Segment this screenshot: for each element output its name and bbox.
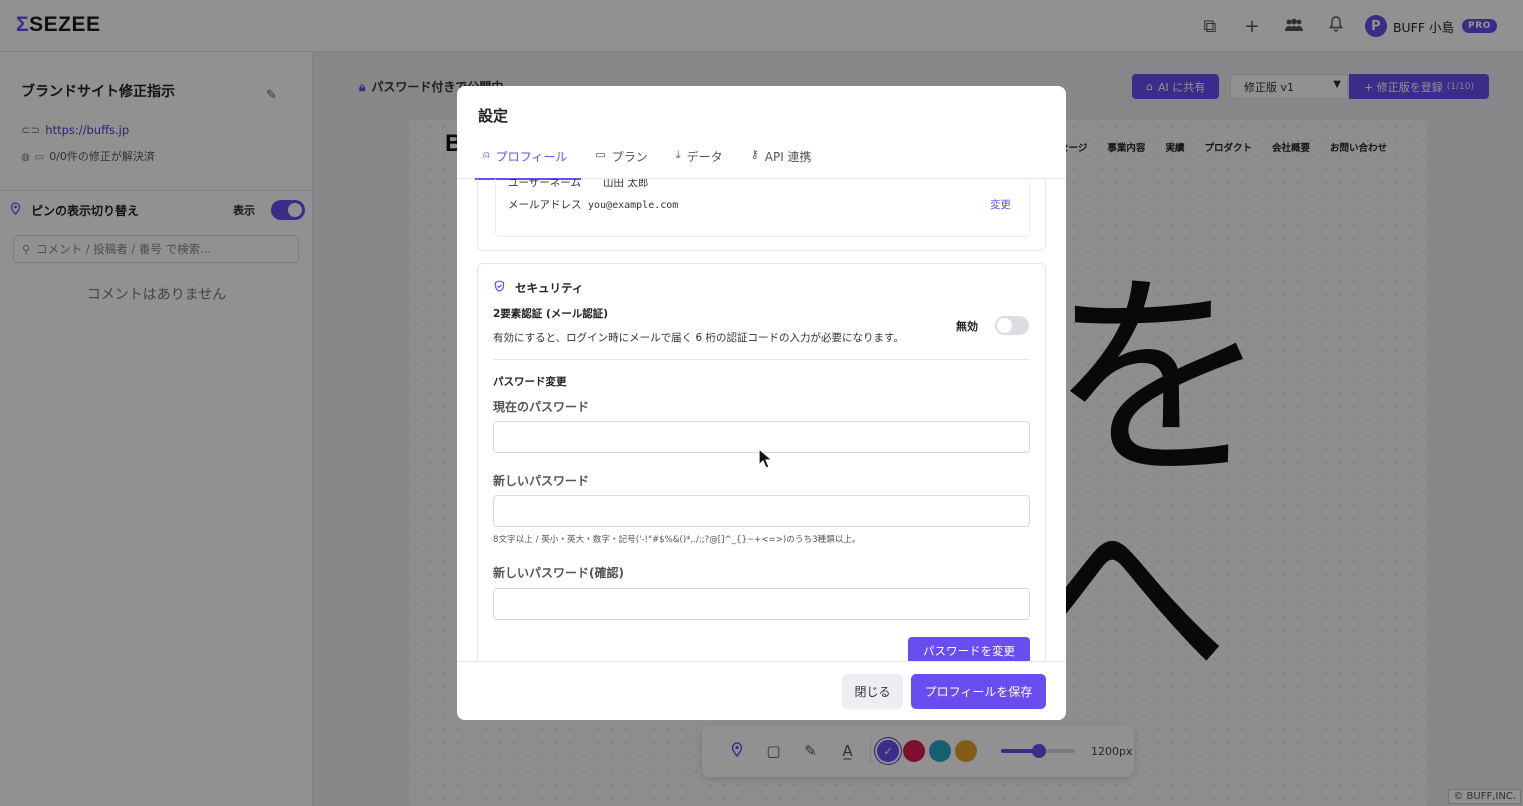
divider (493, 359, 1030, 360)
password-change-title: パスワード変更 (493, 376, 567, 388)
mouse-cursor-icon (758, 448, 774, 469)
current-password-label: 現在のパスワード (493, 400, 590, 414)
save-profile-button[interactable]: プロフィールを保存 (911, 674, 1046, 709)
download-icon: ⤓ (675, 148, 681, 161)
tab-api[interactable]: ⚷ API 連携 (751, 148, 812, 179)
email-row: メールアドレス you@example.com (508, 197, 678, 212)
new-password-input[interactable] (493, 495, 1030, 527)
username-row: ユーザーネーム 山田 太郎 (508, 179, 648, 190)
modal-title: 設定 (478, 107, 509, 125)
change-email-link[interactable]: 変更 (990, 197, 1011, 212)
email-label: メールアドレス (508, 199, 582, 211)
tab-plan[interactable]: ▭ プラン (595, 148, 647, 179)
key-icon: ⚷ (750, 148, 759, 161)
username-label: ユーザーネーム (508, 179, 581, 189)
shield-check-icon (494, 280, 509, 295)
username-value: 山田 太郎 (603, 179, 649, 189)
tab-label: API 連携 (764, 150, 812, 164)
change-password-button[interactable]: パスワードを変更 (908, 637, 1030, 661)
new-password-label: 新しいパスワード (493, 474, 590, 488)
modal-footer: 閉じる プロフィールを保存 (457, 661, 1066, 720)
account-info-box: ユーザーネーム 山田 太郎 メールアドレス you@example.com 変更 (495, 179, 1030, 237)
settings-modal: 設定 ⍝ プロフィール ▭ プラン ⤓ データ ⚷ API 連携 ユーザーネーム 山田 太… (457, 86, 1066, 720)
tfa-description: 有効にすると、ログイン時にメールで届く 6 桁の認証コードの入力が必要になります… (493, 332, 904, 344)
profile-card: ユーザーネーム 山田 太郎 メールアドレス you@example.com 変更 (477, 179, 1046, 251)
tab-label: データ (686, 150, 723, 164)
tab-label: プロフィール (495, 150, 568, 164)
security-heading: セキュリティ (494, 280, 583, 296)
confirm-password-input[interactable] (493, 588, 1030, 620)
user-icon: ⍝ (483, 148, 490, 161)
email-value: you@example.com (588, 200, 679, 211)
password-hint: 8文字以上 / 英小・英大・数字・記号('-!"#$%&()*,./:;?@[]… (493, 535, 861, 545)
confirm-password-label: 新しいパスワード(確認) (493, 566, 624, 580)
modal-scroll-area[interactable]: ユーザーネーム 山田 太郎 メールアドレス you@example.com 変更 セ… (457, 179, 1066, 661)
close-button[interactable]: 閉じる (842, 674, 903, 709)
settings-tabs: ⍝ プロフィール ▭ プラン ⤓ データ ⚷ API 連携 (457, 148, 1066, 180)
tab-data[interactable]: ⤓ データ (676, 148, 723, 179)
tfa-title: 2要素認証 (メール認証) (493, 308, 609, 320)
tab-label: プラン (611, 150, 648, 164)
tfa-state-label: 無効 (956, 320, 978, 333)
tfa-toggle[interactable] (995, 316, 1029, 335)
tab-profile[interactable]: ⍝ プロフィール (474, 148, 582, 180)
security-heading-text: セキュリティ (515, 281, 584, 295)
card-icon: ▭ (595, 148, 606, 161)
